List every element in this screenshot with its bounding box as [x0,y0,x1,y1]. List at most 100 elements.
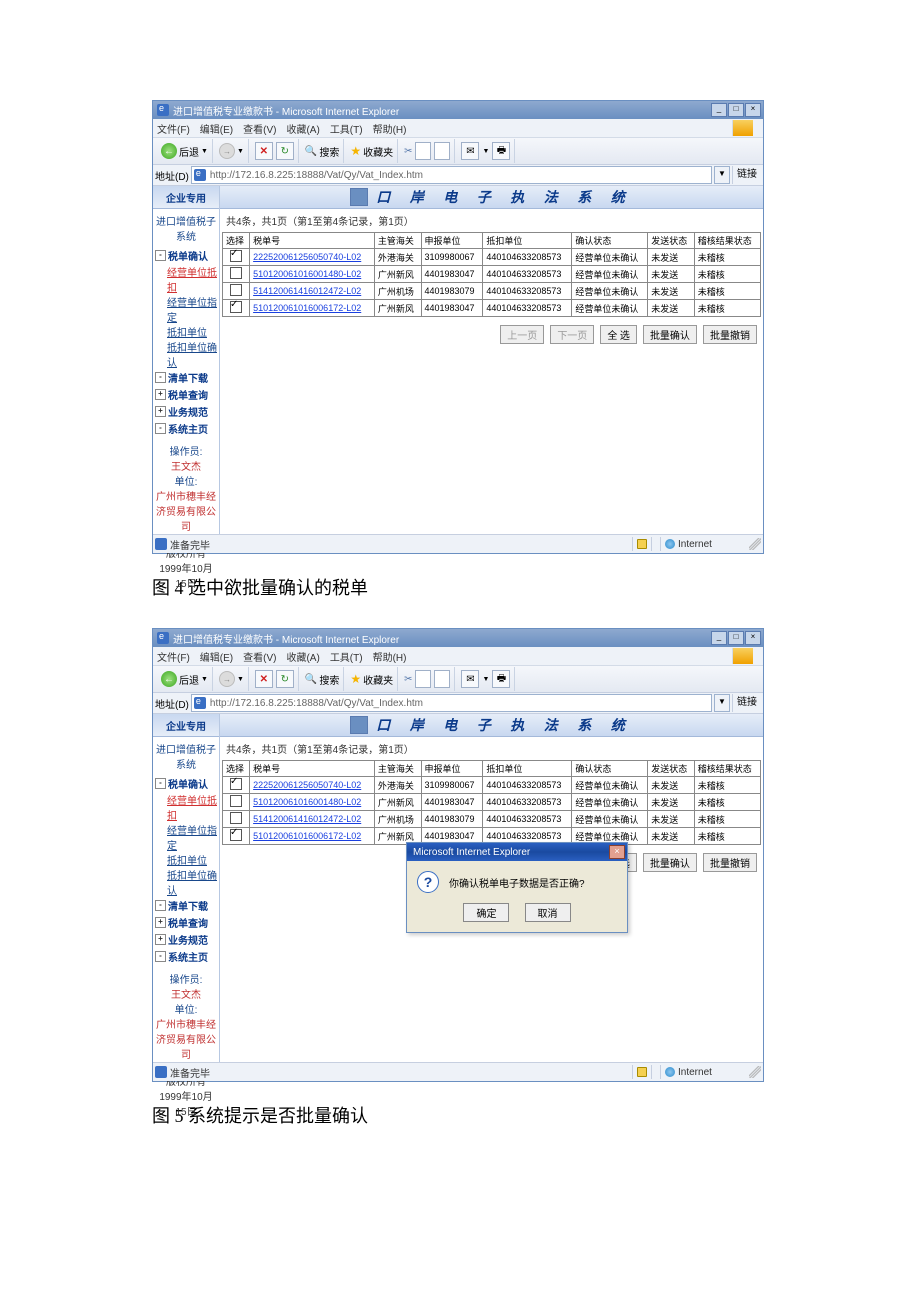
row-checkbox[interactable] [230,829,242,841]
menu-help[interactable]: 帮助(H) [373,121,407,136]
root-node[interactable]: 进口增值税子系统 [153,737,219,775]
batch-cancel-button[interactable]: 批量撤销 [703,325,757,344]
taxno-link[interactable]: 222520061256050740-L02 [253,780,361,790]
row-checkbox[interactable] [230,301,242,313]
url-dropdown[interactable]: ▼ [714,694,730,712]
window-title: 进口增值税专业缴款书 - Microsoft Internet Explorer [173,631,399,646]
search-button[interactable]: 🔍搜索 [301,667,344,691]
resize-grip-icon[interactable] [749,1066,761,1078]
tree-c3[interactable]: 抵扣单位 [153,324,219,339]
search-button[interactable]: 🔍搜索 [301,139,344,163]
taxno-link[interactable]: 510120061016001480-L02 [253,797,361,807]
row-checkbox[interactable] [230,267,242,279]
tree-c4[interactable]: 抵扣单位确认 [153,339,219,369]
refresh-button[interactable]: ↻ [276,142,294,160]
tree-c3[interactable]: 抵扣单位 [153,852,219,867]
mail-icon[interactable]: ✉ [461,142,479,160]
root-node[interactable]: 进口增值税子系统 [153,209,219,247]
menu-fav[interactable]: 收藏(A) [286,649,319,664]
taxno-link[interactable]: 514120061416012472-L02 [253,814,361,824]
tree-tax-confirm[interactable]: -税单确认 [153,247,219,264]
menu-bar[interactable]: 文件(F) 编辑(E) 查看(V) 收藏(A) 工具(T) 帮助(H) [153,647,763,666]
back-button[interactable]: ← 后退 ▼ [157,667,213,691]
dialog-cancel-button[interactable]: 取消 [525,903,571,922]
tree-tax-query[interactable]: +税单查询 [153,386,219,403]
tree-tax-query[interactable]: +税单查询 [153,914,219,931]
dialog-close-button[interactable]: × [609,845,625,859]
menu-view[interactable]: 查看(V) [243,121,276,136]
tree-c1[interactable]: 经营单位抵扣 [153,792,219,822]
tree-list-download[interactable]: -清单下载 [153,897,219,914]
batch-confirm-button[interactable]: 批量确认 [643,853,697,872]
tree-sys-home[interactable]: -系统主页 [153,420,219,437]
tree-c2[interactable]: 经营单位指定 [153,822,219,852]
system-banner: 口 岸 电 子 执 法 系 统 [220,186,763,209]
paste-icon[interactable] [434,142,450,160]
taxno-link[interactable]: 222520061256050740-L02 [253,252,361,262]
stop-button[interactable]: ✕ [255,670,273,688]
menu-file[interactable]: 文件(F) [157,649,190,664]
favorites-button[interactable]: ★收藏夹 [346,667,398,691]
mail-icon[interactable]: ✉ [461,670,479,688]
menu-tools[interactable]: 工具(T) [330,649,363,664]
tree-tax-confirm[interactable]: -税单确认 [153,775,219,792]
titlebar[interactable]: 进口增值税专业缴款书 - Microsoft Internet Explorer… [153,629,763,647]
back-button[interactable]: ← 后退 ▼ [157,139,213,163]
close-button[interactable]: × [745,103,761,117]
cut-icon[interactable]: ✂ [404,674,412,685]
row-checkbox[interactable] [230,778,242,790]
links-button[interactable]: 链接 [732,166,761,184]
batch-cancel-button[interactable]: 批量撤销 [703,853,757,872]
taxno-link[interactable]: 514120061416012472-L02 [253,286,361,296]
select-all-button[interactable]: 全 选 [600,325,637,344]
url-field[interactable]: http://172.16.8.225:18888/Vat/Qy/Vat_Ind… [191,166,712,184]
minimize-button[interactable]: _ [711,631,727,645]
tree-c1[interactable]: 经营单位抵扣 [153,264,219,294]
col-reporter: 申报单位 [421,233,483,249]
cell-reporter: 4401983079 [421,283,483,300]
print-icon[interactable]: 🖶 [492,670,510,688]
url-dropdown[interactable]: ▼ [714,166,730,184]
links-button[interactable]: 链接 [732,694,761,712]
menu-fav[interactable]: 收藏(A) [286,121,319,136]
tree-list-download[interactable]: -清单下载 [153,369,219,386]
menu-view[interactable]: 查看(V) [243,649,276,664]
row-checkbox[interactable] [230,250,242,262]
maximize-button[interactable]: □ [728,631,744,645]
row-checkbox[interactable] [230,284,242,296]
menu-tools[interactable]: 工具(T) [330,121,363,136]
tree-biz-rule[interactable]: +业务规范 [153,403,219,420]
refresh-button[interactable]: ↻ [276,670,294,688]
dialog-titlebar[interactable]: Microsoft Internet Explorer × [407,843,627,861]
col-select: 选择 [223,761,250,777]
tree-biz-rule[interactable]: +业务规范 [153,931,219,948]
minimize-button[interactable]: _ [711,103,727,117]
menu-file[interactable]: 文件(F) [157,121,190,136]
taxno-link[interactable]: 510120061016001480-L02 [253,269,361,279]
close-button[interactable]: × [745,631,761,645]
print-icon[interactable]: 🖶 [492,142,510,160]
paste-icon[interactable] [434,670,450,688]
resize-grip-icon[interactable] [749,538,761,550]
maximize-button[interactable]: □ [728,103,744,117]
row-checkbox[interactable] [230,812,242,824]
taxno-link[interactable]: 510120061016006172-L02 [253,831,361,841]
taxno-link[interactable]: 510120061016006172-L02 [253,303,361,313]
copy-icon[interactable] [415,142,431,160]
dialog-ok-button[interactable]: 确定 [463,903,509,922]
stop-button[interactable]: ✕ [255,142,273,160]
row-checkbox[interactable] [230,795,242,807]
menu-edit[interactable]: 编辑(E) [200,121,233,136]
favorites-button[interactable]: ★收藏夹 [346,139,398,163]
menu-edit[interactable]: 编辑(E) [200,649,233,664]
tree-sys-home[interactable]: -系统主页 [153,948,219,965]
copy-icon[interactable] [415,670,431,688]
tree-c2[interactable]: 经营单位指定 [153,294,219,324]
cut-icon[interactable]: ✂ [404,146,412,157]
menu-bar[interactable]: 文件(F) 编辑(E) 查看(V) 收藏(A) 工具(T) 帮助(H) [153,119,763,138]
titlebar[interactable]: 进口增值税专业缴款书 - Microsoft Internet Explorer… [153,101,763,119]
url-field[interactable]: http://172.16.8.225:18888/Vat/Qy/Vat_Ind… [191,694,712,712]
menu-help[interactable]: 帮助(H) [373,649,407,664]
batch-confirm-button[interactable]: 批量确认 [643,325,697,344]
tree-c4[interactable]: 抵扣单位确认 [153,867,219,897]
